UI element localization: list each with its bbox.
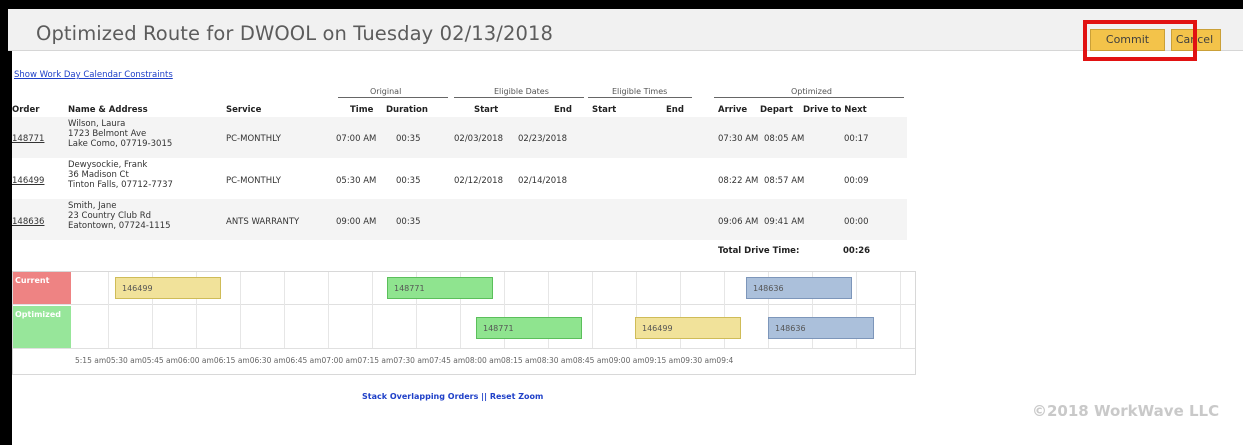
order-link[interactable]: 148771 [12,134,44,144]
arrive-time: 09:06 AM [718,217,759,227]
optimized-row-label: Optimized [13,306,71,348]
optimized-order-block[interactable]: 146499 [635,317,741,339]
col-end-date: End [554,105,572,115]
drive-time: 00:00 [844,217,869,227]
page-title: Optimized Route for DWOOL on Tuesday 02/… [36,22,553,45]
order-link[interactable]: 148636 [12,217,44,227]
stack-overlapping-orders-link[interactable]: Stack Overlapping Orders [362,392,478,401]
current-row-label: Current [13,272,71,304]
group-eligible-times-rule [588,97,692,98]
schedule-timeline: Current Optimized 146499 148771 148636 1… [12,271,916,375]
depart-time: 09:41 AM [764,217,805,227]
grid-line [592,272,593,348]
service: ANTS WARRANTY [226,217,300,227]
eligible-start-date: 02/03/2018 [454,134,503,144]
current-order-block[interactable]: 148771 [387,277,493,299]
col-depart: Depart [760,105,793,115]
route-window: Optimized Route for DWOOL on Tuesday 02/… [8,9,1243,445]
grid-line [328,272,329,348]
group-original: Original [370,87,402,96]
col-drive-to-next: Drive to Next [803,105,867,115]
group-optimized: Optimized [791,87,832,96]
optimized-order-block[interactable]: 148771 [476,317,582,339]
title-bar: Optimized Route for DWOOL on Tuesday 02/… [8,9,1243,51]
total-drive-time-label: Total Drive Time: [718,246,800,256]
col-start-time: Start [592,105,617,115]
customer-city: Tinton Falls, 07712-7737 [68,180,173,190]
eligible-start-date: 02/12/2018 [454,176,503,186]
col-start-date: Start [474,105,499,115]
timeline-axis-divider [13,348,915,349]
grid-line [108,272,109,348]
total-drive-time-value: 00:26 [843,246,871,256]
grid-line [284,272,285,348]
duration: 00:35 [396,217,421,227]
depart-time: 08:57 AM [764,176,805,186]
optimized-order-block[interactable]: 148636 [768,317,874,339]
current-order-block[interactable]: 146499 [115,277,221,299]
grid-line [372,272,373,348]
group-original-rule [338,97,448,98]
col-order: Order [12,105,40,115]
timeline-links: Stack Overlapping Orders || Reset Zoom [362,392,543,401]
timeline-row-divider [13,304,915,305]
depart-time: 08:05 AM [764,134,805,144]
grid-line [240,272,241,348]
commit-highlight-box [1083,20,1197,61]
time-axis-labels: 5:15 am05:30 am05:45 am06:00 am06:15 am0… [75,356,734,365]
original-time: 09:00 AM [336,217,377,227]
col-name-address: Name & Address [68,105,148,115]
current-order-block[interactable]: 148636 [746,277,852,299]
calendar-constraints-link[interactable]: Show Work Day Calendar Constraints [14,70,173,80]
drive-time: 00:09 [844,176,869,186]
link-separator: || [481,392,488,401]
original-time: 07:00 AM [336,134,377,144]
customer-city: Lake Como, 07719-3015 [68,139,173,149]
col-end-time: End [666,105,684,115]
duration: 00:35 [396,176,421,186]
col-service: Service [226,105,262,115]
reset-zoom-link[interactable]: Reset Zoom [490,392,544,401]
group-eligible-dates-rule [454,97,584,98]
original-time: 05:30 AM [336,176,377,186]
order-link[interactable]: 146499 [12,176,44,186]
copyright-text: ©2018 WorkWave LLC [1032,402,1220,420]
group-optimized-rule [714,97,904,98]
service: PC-MONTHLY [226,134,281,144]
col-time: Time [350,105,374,115]
col-duration: Duration [386,105,428,115]
eligible-end-date: 02/14/2018 [518,176,567,186]
customer-city: Eatontown, 07724-1115 [68,221,171,231]
group-eligible-times: Eligible Times [612,87,668,96]
col-arrive: Arrive [718,105,748,115]
arrive-time: 07:30 AM [718,134,759,144]
group-eligible-dates: Eligible Dates [494,87,549,96]
service: PC-MONTHLY [226,176,281,186]
duration: 00:35 [396,134,421,144]
grid-line [900,272,901,348]
arrive-time: 08:22 AM [718,176,759,186]
eligible-end-date: 02/23/2018 [518,134,567,144]
drive-time: 00:17 [844,134,869,144]
